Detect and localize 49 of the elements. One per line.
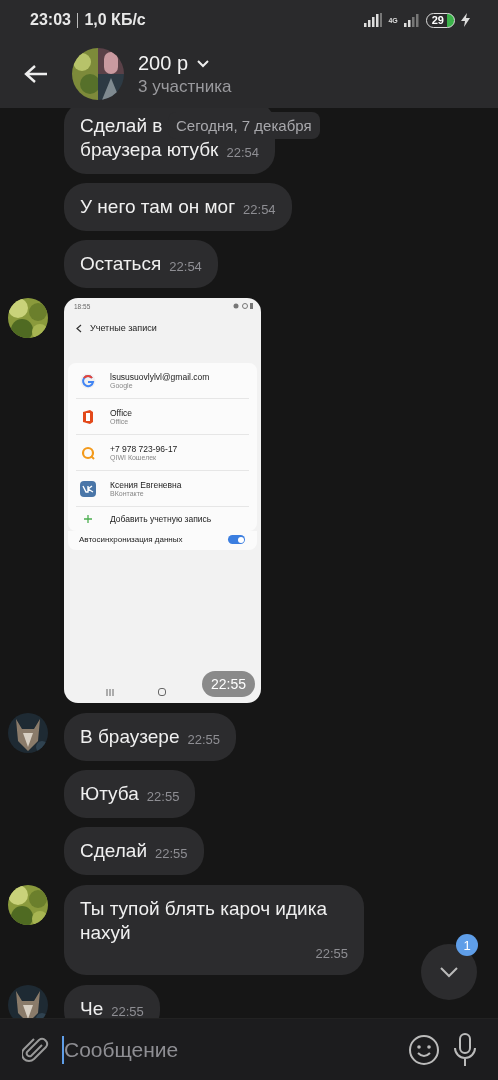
message-time: 22:54 [242, 201, 276, 219]
bolt-icon [461, 13, 470, 27]
participant-count: 3 участника [138, 76, 232, 97]
message-input[interactable]: Сообщение [62, 1035, 396, 1064]
message-text: Сделай [80, 839, 147, 863]
screen-title: Учетные записи [90, 323, 157, 333]
unread-badge: 1 [456, 934, 478, 956]
smiley-icon[interactable] [408, 1033, 440, 1066]
message-time: 22:55 [314, 945, 348, 963]
image-time: 22:55 [201, 671, 255, 697]
message-text: Че [80, 997, 104, 1018]
back-chevron-icon[interactable] [76, 323, 82, 333]
home-icon[interactable] [158, 688, 167, 696]
message-text: У него там он мог [80, 195, 236, 219]
status-time: 23:03 [30, 11, 71, 29]
add-account-link[interactable]: Добавить учетную запись [110, 514, 212, 524]
back-arrow-icon[interactable] [24, 64, 48, 84]
message-composer[interactable]: Сообщение [0, 1018, 498, 1080]
signal-icon [403, 13, 420, 27]
chat-title[interactable]: 200 р [138, 51, 189, 75]
ring-icon [80, 444, 96, 461]
message-text: Сделай в [80, 114, 163, 138]
message-text: нахуй [80, 921, 131, 945]
message-text: Ты тупой блять кароч идика [80, 897, 327, 921]
sync-label: Автосинхронизация данных [79, 535, 183, 544]
message-time: 22:55 [110, 1003, 144, 1018]
rounded-square-icon [80, 480, 96, 497]
signal-icon [364, 13, 383, 27]
message-time: 22:55 [145, 788, 180, 806]
account-name[interactable]: Office [110, 408, 133, 418]
account-name[interactable]: lsususuovlylvl@gmail.com [110, 372, 210, 382]
sync-toggle[interactable] [228, 535, 245, 544]
microphone-icon[interactable] [452, 1032, 478, 1067]
status-icons [233, 303, 253, 309]
network-speed: 1,0 КБ/с [84, 11, 146, 29]
account-name[interactable]: +7 978 723-96-17 [110, 444, 178, 454]
message-text: В браузере [80, 725, 180, 749]
ring-icon [80, 372, 96, 389]
account-name[interactable]: Ксения Евгеневна [110, 480, 182, 490]
message-time: 22:54 [225, 144, 259, 162]
message-text: браузера ютубк [80, 138, 219, 162]
message-time: 22:55 [154, 845, 188, 863]
message-text: Остаться [80, 252, 162, 276]
chevron-down-icon [439, 966, 459, 978]
battery-indicator: 29 [425, 12, 455, 28]
message-time: 22:55 [186, 731, 220, 749]
chevron-down-icon[interactable] [196, 58, 211, 68]
message-text: Ютуба [80, 782, 139, 806]
message-time: 22:54 [168, 258, 202, 276]
